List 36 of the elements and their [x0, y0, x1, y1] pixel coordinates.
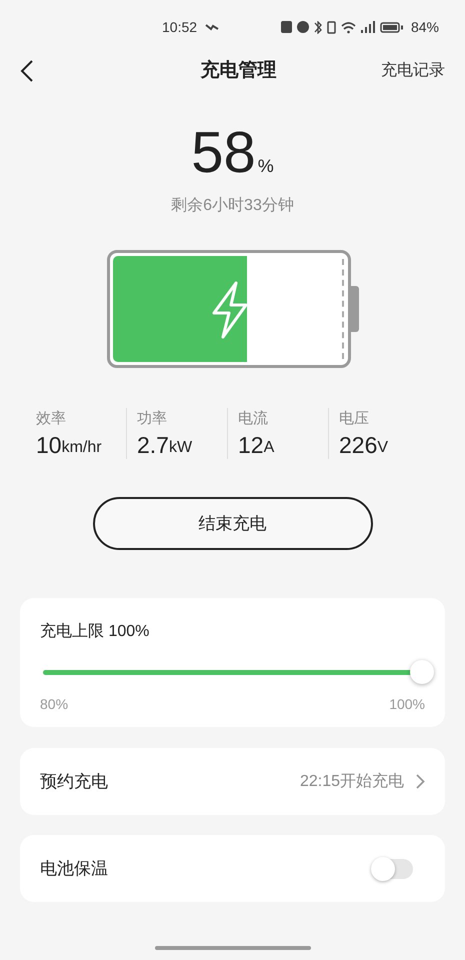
stat-label: 电压 — [339, 409, 370, 429]
stat-label: 功率 — [137, 409, 168, 429]
battery-percent: 84% — [410, 18, 439, 36]
schedule-label: 预约充电 — [40, 771, 108, 793]
stat-unit: km/hr — [62, 438, 102, 458]
chevron-icon — [416, 774, 425, 790]
min-label: 80% — [40, 695, 68, 714]
stat-unit: V — [377, 438, 388, 458]
stat-unit: A — [264, 438, 274, 458]
stat-value: 2.7 — [137, 430, 169, 460]
stat-value: 10 — [36, 430, 62, 460]
stat-label: 电流 — [238, 409, 269, 429]
max-label: 100% — [389, 695, 425, 714]
percent-unit: % — [258, 155, 274, 178]
stat-label: 效率 — [36, 409, 67, 429]
status-time: 10:52 — [162, 18, 198, 36]
bluetooth-icon — [314, 20, 322, 34]
battery-icon — [380, 22, 403, 32]
remaining-time: 剩余6小时33分钟 — [171, 196, 294, 216]
home-indicator[interactable] — [154, 946, 310, 950]
charge-percent: 58 — [191, 124, 256, 182]
heating-label: 电池保温 — [40, 858, 108, 880]
lightning-icon — [210, 281, 250, 339]
heating-toggle[interactable] — [373, 858, 413, 879]
limit-title: 充电上限 100% — [40, 622, 150, 642]
page-title: 充电管理 — [200, 58, 276, 83]
wifi-icon — [340, 20, 356, 34]
charge-history-link[interactable]: 充电记录 — [381, 59, 445, 83]
stat-value: 226 — [339, 430, 378, 460]
signal-icon — [360, 21, 375, 33]
schedule-row[interactable]: 预约充电 22:15开始充电 — [20, 748, 445, 816]
stat-unit: kW — [168, 438, 192, 458]
stat-value: 12 — [238, 430, 264, 460]
schedule-value: 22:15开始充电 — [300, 772, 404, 792]
slider-thumb[interactable] — [410, 660, 434, 684]
stop-charging-button[interactable]: 结束充电 — [92, 497, 372, 550]
